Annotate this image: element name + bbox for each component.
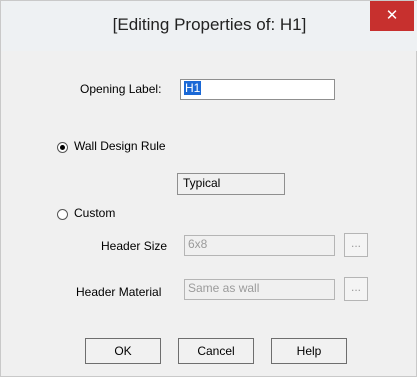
custom-label[interactable]: Custom [74,206,115,220]
close-icon: ✕ [385,7,399,24]
header-material-browse-button[interactable]: ... [344,277,368,301]
opening-label-input[interactable]: H1 [180,79,335,100]
header-size-browse-button[interactable]: ... [344,233,368,257]
title-bar: [Editing Properties of: H1] ✕ [1,1,417,51]
header-size-label: Header Size [101,239,168,253]
dialog-body: Opening Label: H1 Wall Design Rule Typic… [7,51,412,371]
close-button[interactable]: ✕ [370,1,414,31]
opening-label-caption: Opening Label: [80,82,162,96]
opening-label-value: H1 [184,81,202,95]
wall-design-rule-label[interactable]: Wall Design Rule [74,139,166,153]
radio-selected-dot [60,145,65,150]
header-size-input[interactable]: 6x8 [184,235,335,256]
header-material-input[interactable]: Same as wall [184,279,335,300]
properties-dialog: [Editing Properties of: H1] ✕ Opening La… [0,0,417,377]
window-title: [Editing Properties of: H1] [112,15,307,34]
wall-design-rule-radio[interactable] [57,142,68,153]
header-material-label: Header Material [76,285,162,299]
wall-design-rule-value: Typical [177,173,285,195]
cancel-button[interactable]: Cancel [178,338,254,364]
custom-radio[interactable] [57,209,68,220]
help-button[interactable]: Help [271,338,347,364]
ok-button[interactable]: OK [85,338,161,364]
